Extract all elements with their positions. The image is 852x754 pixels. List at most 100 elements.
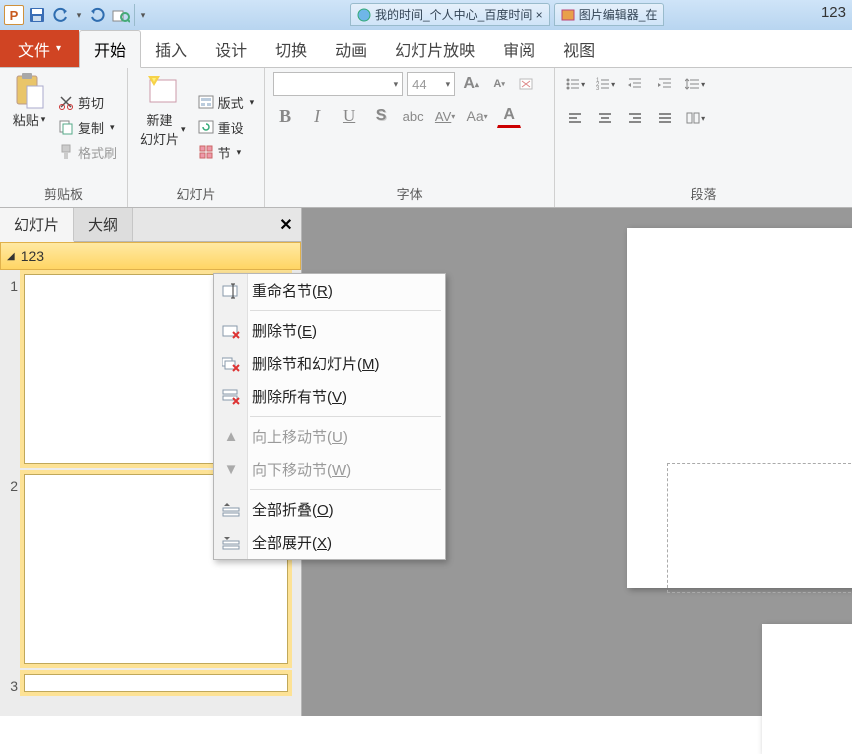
menu-collapse-all[interactable]: 全部折叠(O) [214,493,445,526]
menu-delete-section-slides[interactable]: 删除节和幻灯片(M) [214,347,445,380]
panel-tab-outline[interactable]: 大纲 [74,208,133,241]
bold-button[interactable]: B [273,104,297,128]
delete-section-slides-icon [220,353,242,375]
title-bar: P ▾ ▾ 我的时间_个人中心_百度时间 × 图片编辑器_在 123 [0,0,852,30]
tab-design[interactable]: 设计 [201,30,261,67]
brush-icon [58,144,74,160]
grow-font-button[interactable]: A▴ [459,72,483,96]
chevron-down-icon: ▾ [41,114,46,125]
line-spacing-button[interactable]: ▾ [683,72,707,96]
group-slides: 新建 幻灯片▾ 版式▾ 重设 节▾ 幻灯片 [128,68,265,207]
print-preview-icon[interactable] [110,4,132,26]
file-tab-label: 文件 [18,37,50,61]
ribbon: 粘贴▾ 剪切 复制▾ 格式刷 剪贴板 [0,68,852,208]
new-slide-icon [146,74,180,108]
strike-button[interactable]: abc [401,104,425,128]
shrink-font-button[interactable]: A▾ [487,72,511,96]
paste-button[interactable]: 粘贴▾ [8,72,50,131]
reset-icon [198,119,214,135]
align-left-button[interactable] [563,106,587,130]
arrow-up-icon: ▲ [220,426,242,448]
group-label: 幻灯片 [136,182,256,205]
numbering-button[interactable]: 123▾ [593,72,617,96]
undo-icon[interactable] [50,4,72,26]
app-icon[interactable]: P [4,5,24,25]
chevron-down-icon: ▾ [110,122,115,133]
tab-transitions[interactable]: 切换 [261,30,321,67]
underline-button[interactable]: U [337,104,361,128]
svg-text:3: 3 [596,86,600,92]
copy-button[interactable]: 复制▾ [56,117,119,138]
qat-customize-icon[interactable]: ▾ [134,4,148,26]
qat-dropdown-icon[interactable]: ▾ [74,4,84,26]
slide-canvas [627,228,852,588]
char-spacing-button[interactable]: AV▾ [433,104,457,128]
section-header[interactable]: ◢ 123 [0,242,301,270]
shadow-button[interactable]: S [369,104,393,128]
delete-section-icon [220,320,242,342]
align-center-button[interactable] [593,106,617,130]
window-tab[interactable]: 图片编辑器_在 [554,3,665,26]
justify-button[interactable] [653,106,677,130]
tab-insert[interactable]: 插入 [141,30,201,67]
chevron-down-icon: ▾ [446,79,451,90]
paste-icon [12,74,46,108]
collapse-icon: ◢ [7,251,15,262]
chevron-down-icon: ▾ [250,97,255,108]
redo-icon[interactable] [86,4,108,26]
ribbon-tabs: 文件 ▾ 开始 插入 设计 切换 动画 幻灯片放映 审阅 视图 [0,30,852,68]
arrow-down-icon: ▼ [220,459,242,481]
group-font: ▾ 44▾ A▴ A▾ B I U S abc AV▾ Aa▾ A 字体 [265,68,555,207]
clear-format-button[interactable] [515,72,539,96]
font-color-button[interactable]: A [497,104,521,128]
reset-button[interactable]: 重设 [196,117,257,138]
columns-button[interactable]: ▾ [683,106,707,130]
image-icon [561,8,575,22]
section-button[interactable]: 节▾ [196,142,257,163]
collapse-icon [220,499,242,521]
font-size-combo[interactable]: 44▾ [407,72,455,96]
panel-close-button[interactable]: ✕ [271,208,301,241]
file-tab[interactable]: 文件 ▾ [0,30,79,67]
slide-number: 3 [4,674,18,694]
tab-review[interactable]: 审阅 [489,30,549,67]
tab-home[interactable]: 开始 [79,30,141,68]
notes-pane[interactable] [762,624,852,754]
menu-delete-all-sections[interactable]: 删除所有节(V) [214,380,445,413]
format-painter-button[interactable]: 格式刷 [56,142,119,163]
chevron-down-icon: ▾ [237,147,242,158]
group-clipboard: 粘贴▾ 剪切 复制▾ 格式刷 剪贴板 [0,68,128,207]
content-placeholder[interactable] [667,463,852,593]
change-case-button[interactable]: Aa▾ [465,104,489,128]
section-context-menu: 重命名节(R) 删除节(E) 删除节和幻灯片(M) 删除所有节(V) ▲ 向上移… [213,273,446,560]
document-title: 123 [821,4,846,21]
save-icon[interactable] [26,4,48,26]
slide-number: 1 [4,274,18,294]
delete-all-icon [220,386,242,408]
tab-view[interactable]: 视图 [549,30,609,67]
group-label: 字体 [273,182,546,205]
slide-number: 2 [4,474,18,494]
new-slide-button[interactable]: 新建 幻灯片▾ [136,72,190,150]
align-right-button[interactable] [623,106,647,130]
cut-button[interactable]: 剪切 [56,92,119,113]
copy-icon [58,119,74,135]
decrease-indent-button[interactable] [623,72,647,96]
tab-slideshow[interactable]: 幻灯片放映 [381,30,489,67]
chevron-down-icon: ▾ [394,79,399,90]
tab-animations[interactable]: 动画 [321,30,381,67]
menu-rename-section[interactable]: 重命名节(R) [214,274,445,307]
font-family-combo[interactable]: ▾ [273,72,403,96]
window-tab[interactable]: 我的时间_个人中心_百度时间 × [350,3,550,26]
menu-expand-all[interactable]: 全部展开(X) [214,526,445,559]
slide-thumbnail[interactable]: 3 [4,674,297,694]
menu-delete-section[interactable]: 删除节(E) [214,314,445,347]
menu-move-section-up: ▲ 向上移动节(U) [214,420,445,453]
italic-button[interactable]: I [305,104,329,128]
increase-indent-button[interactable] [653,72,677,96]
layout-button[interactable]: 版式▾ [196,92,257,113]
window-tabs: 我的时间_个人中心_百度时间 × 图片编辑器_在 [350,3,664,26]
menu-move-section-down: ▼ 向下移动节(W) [214,453,445,486]
bullets-button[interactable]: ▾ [563,72,587,96]
panel-tab-slides[interactable]: 幻灯片 [0,208,74,242]
